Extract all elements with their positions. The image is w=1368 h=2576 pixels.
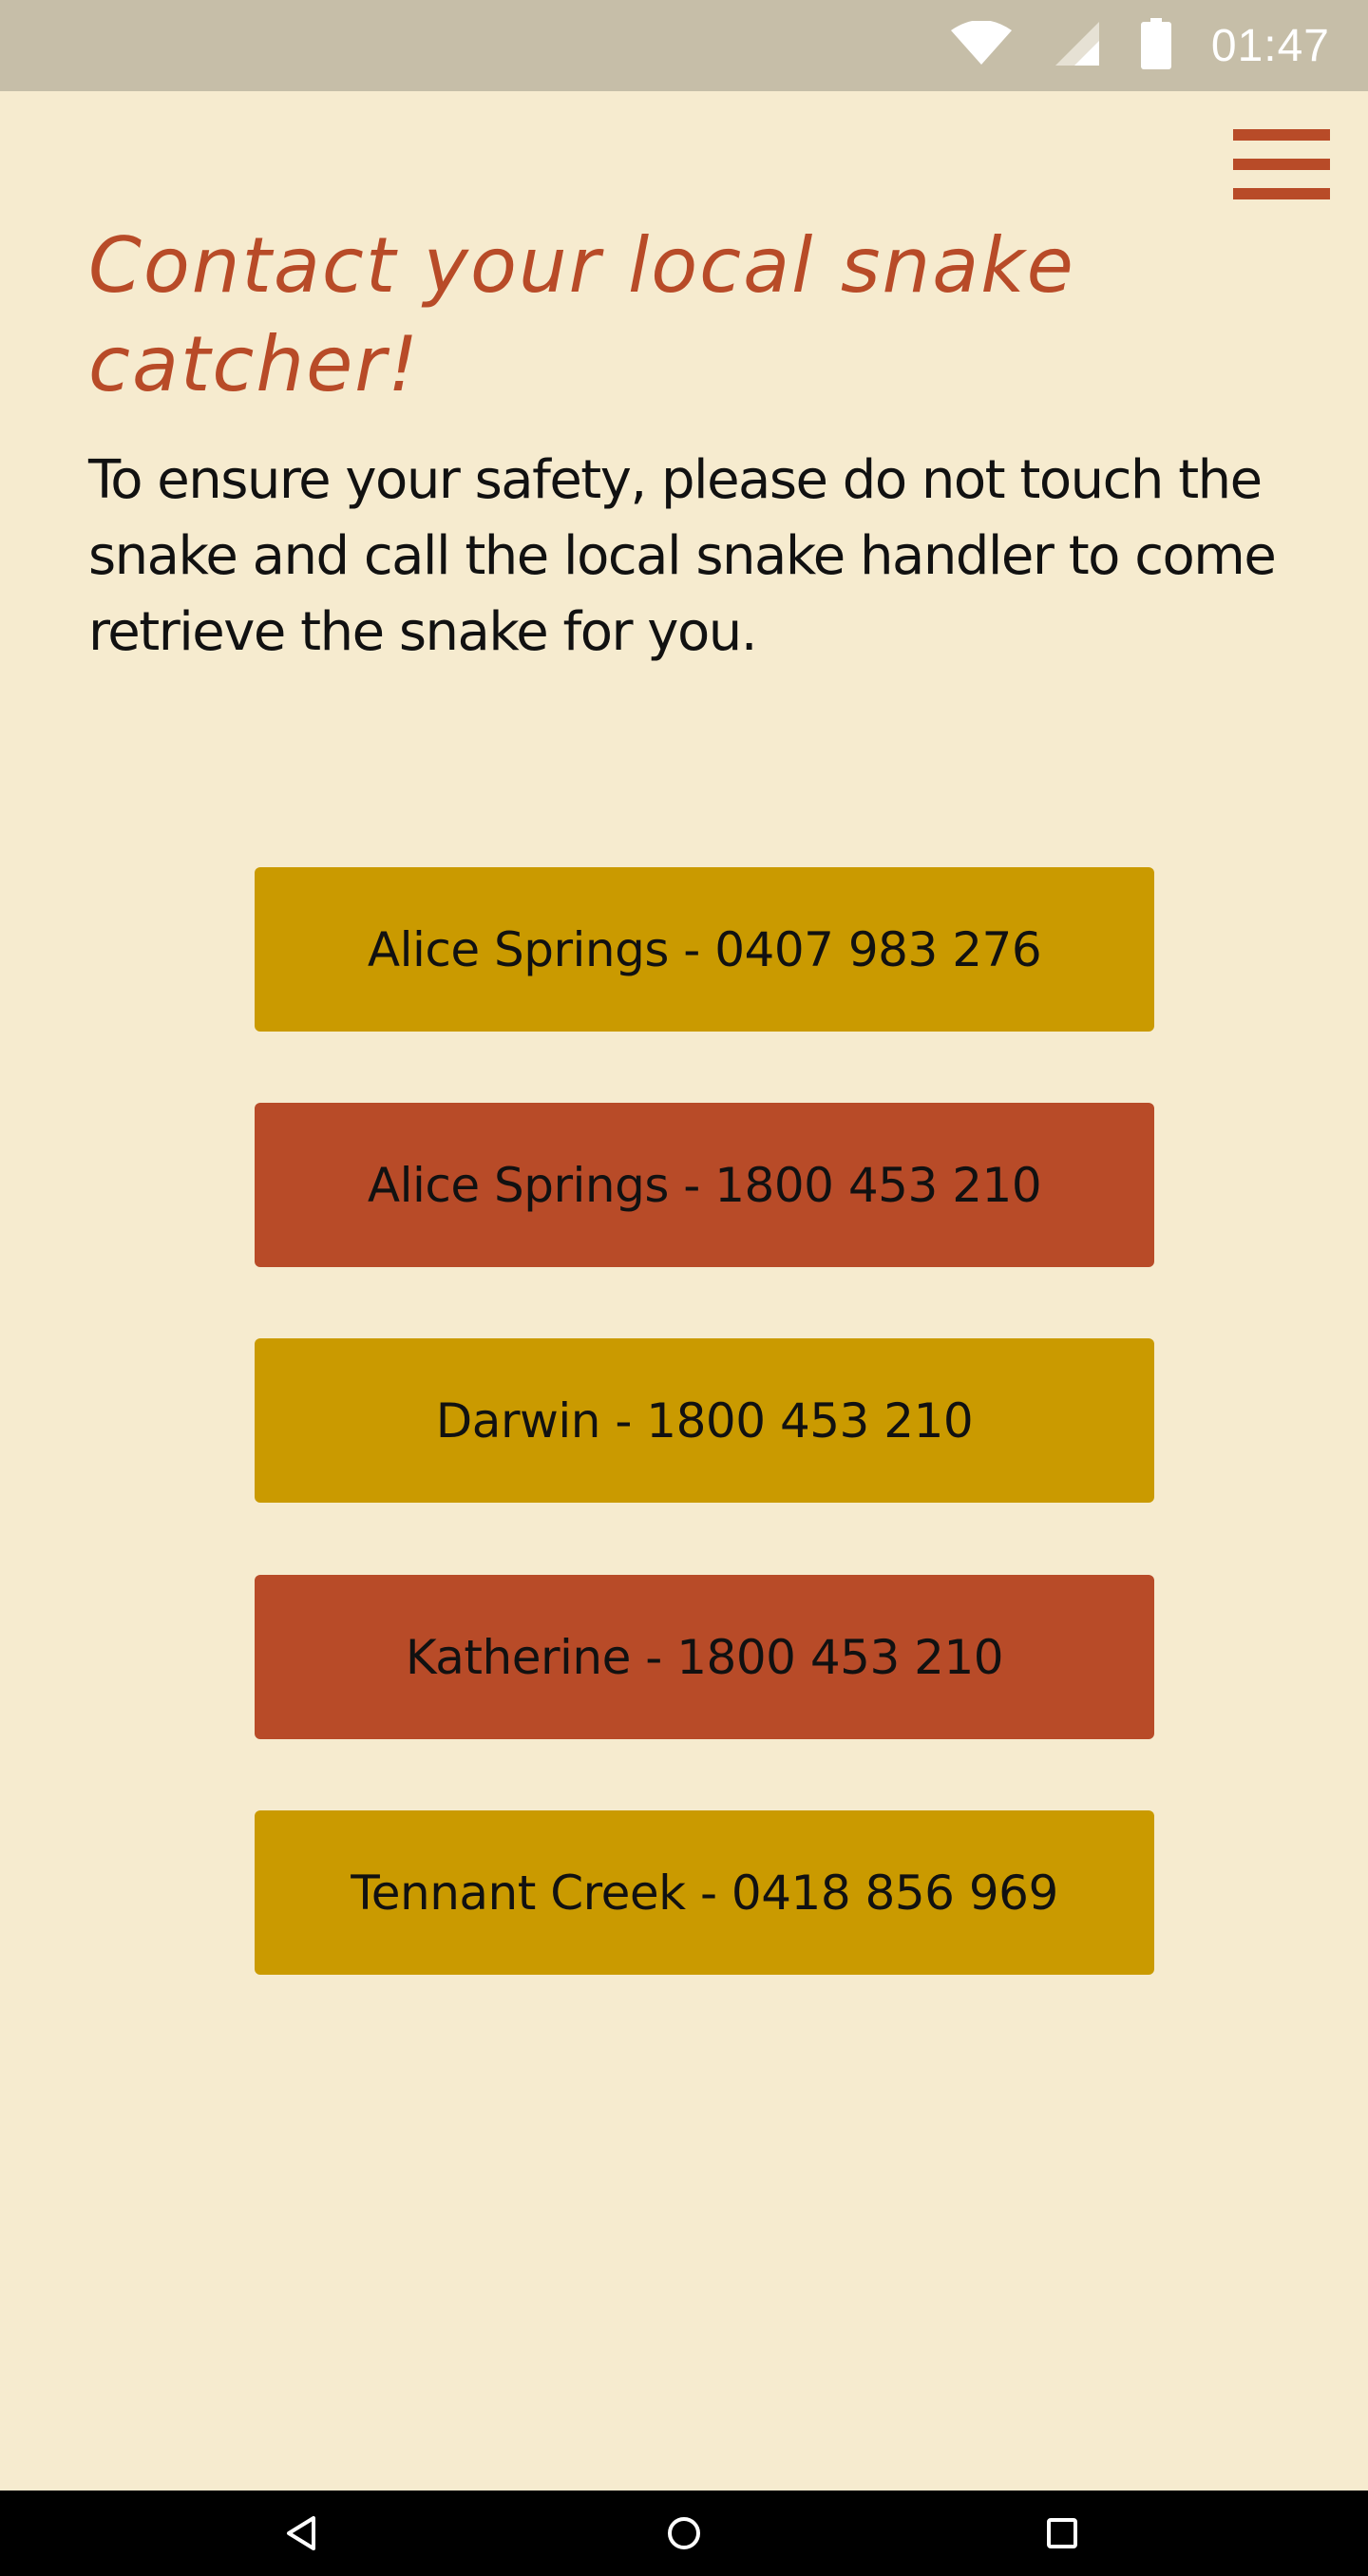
battery-icon (1140, 18, 1171, 73)
contact-button-tennant-creek[interactable]: Tennant Creek - 0418 856 969 (255, 1810, 1154, 1975)
status-bar: 01:47 (0, 0, 1368, 91)
home-icon[interactable] (627, 2491, 741, 2576)
back-icon[interactable] (245, 2491, 359, 2576)
wifi-icon (949, 20, 1014, 70)
menu-bar-line (1233, 188, 1330, 199)
navigation-bar (0, 2491, 1368, 2576)
cell-signal-icon (1054, 20, 1101, 71)
intro-text: To ensure your safety, please do not tou… (88, 449, 1277, 663)
contact-button-katherine[interactable]: Katherine - 1800 453 210 (255, 1575, 1154, 1739)
menu-bar-line (1233, 129, 1330, 141)
contact-button-darwin[interactable]: Darwin - 1800 453 210 (255, 1338, 1154, 1503)
status-icons: 01:47 (949, 0, 1330, 91)
contact-button-alice-springs-1[interactable]: Alice Springs - 0407 983 276 (255, 867, 1154, 1032)
contact-button-alice-springs-2[interactable]: Alice Springs - 1800 453 210 (255, 1103, 1154, 1267)
status-time: 01:47 (1210, 20, 1330, 71)
hamburger-menu-icon[interactable] (1233, 129, 1330, 199)
menu-bar-line (1233, 159, 1330, 170)
recents-icon[interactable] (1005, 2491, 1119, 2576)
page-title: Contact your local snake catcher! (88, 221, 1075, 408)
